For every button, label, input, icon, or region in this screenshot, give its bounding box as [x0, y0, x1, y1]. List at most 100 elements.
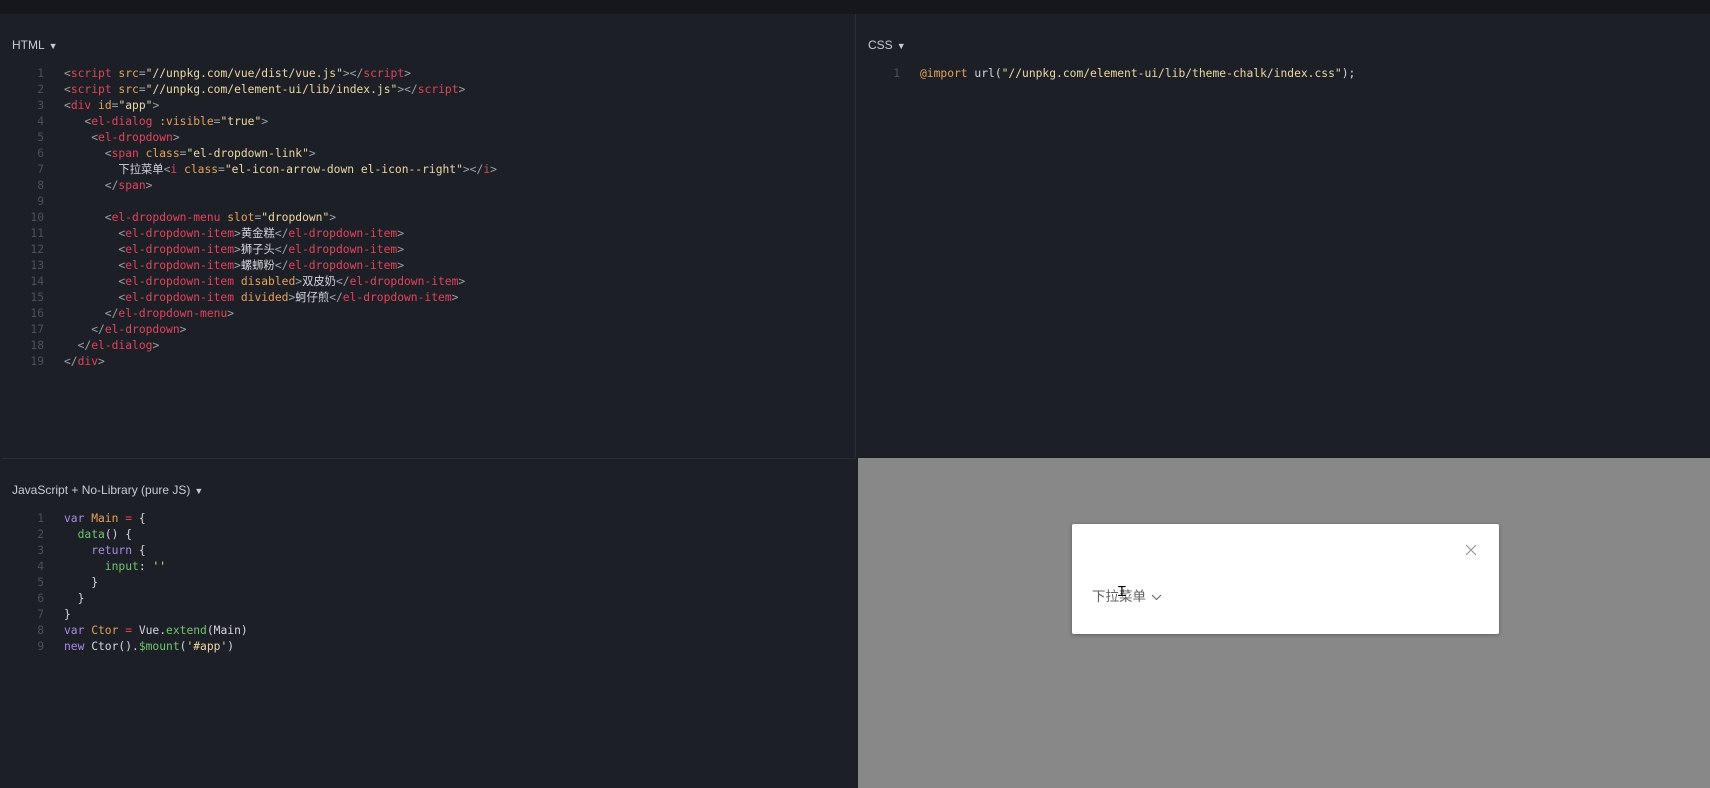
code-token: } — [64, 592, 85, 605]
code-line[interactable]: 5 < el-dropdown > — [2, 130, 497, 146]
panel-title: HTML — [12, 38, 45, 52]
code-token: } — [64, 576, 99, 589]
dropdown-link[interactable]: 下拉菜单 — [1092, 585, 1162, 605]
html-code[interactable]: 1 < script src = "//unpkg.com/vue/dist/vue.j… — [2, 66, 497, 370]
code-token: < — [64, 99, 71, 112]
code-line[interactable]: 19 </div > — [2, 354, 497, 370]
code-token: script — [70, 67, 112, 80]
js-language-selector[interactable]: JavaScript + No-Library (pure JS) ▼ — [12, 483, 203, 497]
code-line[interactable]: 13 < el-dropdown-item > 螺蛳粉 </el-dropdown-it… — [2, 258, 497, 274]
close-icon[interactable] — [1465, 544, 1477, 556]
code-token: </ — [335, 275, 350, 288]
code-token: > — [397, 227, 405, 240]
line-number: 11 — [30, 227, 44, 240]
code-line[interactable]: 6 < span class = "el-dropdown-link" > — [2, 146, 497, 162]
code-token: > — [172, 131, 180, 144]
code-token: </ — [274, 259, 289, 272]
line-number: 8 — [37, 624, 44, 637]
code-line[interactable]: 1 var Main = { — [2, 511, 248, 527]
code-line[interactable]: 7} — [2, 607, 248, 623]
code-token: < — [163, 163, 171, 176]
code-token: > — [179, 323, 187, 336]
code-token: } — [64, 608, 71, 621]
html-editor-panel[interactable]: HTML ▼ 1 < script src = "//unpkg.com/vue/dist… — [2, 14, 856, 457]
code-token: el-dropdown-item — [125, 243, 235, 256]
line-number: 5 — [37, 576, 44, 589]
code-line[interactable]: 12 < el-dropdown-item > 狮子头 </el-dropdown-it… — [2, 242, 497, 258]
code-token: = — [218, 163, 225, 176]
code-token: < — [64, 243, 126, 256]
css-editor-panel[interactable]: CSS ▼ 1 @import url("//unpkg.com/element-u… — [858, 14, 1710, 457]
line-number: 16 — [30, 307, 44, 320]
code-line[interactable]: 6 } — [2, 591, 248, 607]
code-token: > — [145, 179, 153, 192]
code-token: el-dropdown-item — [349, 275, 459, 288]
code-token: > — [458, 83, 466, 96]
code-token: disabled — [234, 275, 296, 288]
code-token: > — [404, 67, 411, 80]
code-line[interactable]: 9 — [2, 194, 497, 210]
code-token: = — [138, 83, 146, 96]
code-line[interactable]: 3 < div id = "app" > — [2, 98, 497, 114]
code-line[interactable]: 8 </span > — [2, 178, 497, 194]
js-editor-panel[interactable]: JavaScript + No-Library (pure JS) ▼ 1 var … — [2, 458, 856, 788]
code-line[interactable]: 11 < el-dropdown-item > 黄金糕 </el-dropdown-it… — [2, 226, 497, 242]
code-token: < — [64, 259, 126, 272]
line-number: 5 — [37, 131, 44, 144]
code-token: < — [64, 131, 99, 144]
code-token: script — [363, 67, 405, 80]
code-line[interactable]: 3 return { — [2, 543, 248, 559]
code-token: el-dropdown — [104, 323, 180, 336]
code-token: id — [91, 99, 112, 112]
code-token: "//unpkg.com/element-ui/lib/theme-chalk/… — [1001, 67, 1342, 80]
code-token: url( — [967, 67, 1002, 80]
text-cursor-icon: Ɪ — [1118, 583, 1126, 599]
css-language-selector[interactable]: CSS ▼ — [868, 38, 906, 52]
code-token: "app" — [118, 99, 153, 112]
code-token: < — [64, 227, 126, 240]
code-token: ></ — [397, 83, 418, 96]
code-line[interactable]: 18 </el-dialog > — [2, 338, 497, 354]
code-line[interactable]: 2 data() { — [2, 527, 248, 543]
code-token: i — [483, 163, 491, 176]
code-token: "dropdown" — [261, 211, 330, 224]
code-token: < — [64, 291, 126, 304]
code-token: "true" — [220, 115, 262, 128]
html-language-selector[interactable]: HTML ▼ — [12, 38, 58, 52]
code-line[interactable]: 7 下拉菜单 < i class = "el-icon-arrow-down el-ic… — [2, 162, 497, 178]
code-line[interactable]: 4 < el-dialog :visible = "true" > — [2, 114, 497, 130]
code-line[interactable]: 9 new Ctor(). $mount('#app') — [2, 639, 248, 655]
code-line[interactable]: 15 < el-dropdown-item divided > 蚵仔煎 </el-dro… — [2, 290, 497, 306]
code-token: class — [138, 147, 180, 160]
code-token: < — [64, 83, 71, 96]
code-line[interactable]: 2 < script src = "//unpkg.com/element-ui/lib… — [2, 82, 497, 98]
code-line[interactable]: 4 input: '' — [2, 559, 248, 575]
code-token: el-dropdown-item — [125, 291, 235, 304]
css-code[interactable]: 1 @import url("//unpkg.com/element-ui/lib… — [858, 66, 1355, 82]
code-token: </ — [64, 307, 119, 320]
code-token: = — [118, 512, 133, 525]
code-line[interactable]: 17 </el-dropdown > — [2, 322, 497, 338]
code-line[interactable]: 16 </el-dropdown-menu > — [2, 306, 497, 322]
el-dialog: 下拉菜单 Ɪ — [1072, 524, 1499, 634]
code-line[interactable]: 14 < el-dropdown-item disabled > 双皮奶 </el-dr… — [2, 274, 497, 290]
code-token: "//unpkg.com/vue/dist/vue.js" — [145, 67, 343, 80]
code-token: el-dialog — [91, 339, 153, 352]
code-token: 狮子头 — [240, 243, 275, 256]
code-line[interactable]: 1 < script src = "//unpkg.com/vue/dist/vue.j… — [2, 66, 497, 82]
code-token: < — [64, 211, 112, 224]
line-number: 7 — [37, 608, 44, 621]
line-number: 13 — [30, 259, 44, 272]
code-token: > — [458, 275, 466, 288]
code-token: > — [234, 227, 241, 240]
code-token: ); — [1341, 67, 1356, 80]
code-line[interactable]: 5 } — [2, 575, 248, 591]
caret-down-icon: ▼ — [896, 41, 906, 51]
code-line[interactable]: 1 @import url("//unpkg.com/element-ui/lib… — [858, 66, 1355, 82]
js-code[interactable]: 1 var Main = {2 data() {3 return {4 input… — [2, 511, 248, 655]
code-token: class — [177, 163, 219, 176]
code-token: > — [98, 355, 105, 368]
line-number: 2 — [37, 83, 44, 96]
code-line[interactable]: 8 var Ctor = Vue. extend (Main) — [2, 623, 247, 639]
code-line[interactable]: 10 < el-dropdown-menu slot = "dropdown" > — [2, 210, 497, 226]
